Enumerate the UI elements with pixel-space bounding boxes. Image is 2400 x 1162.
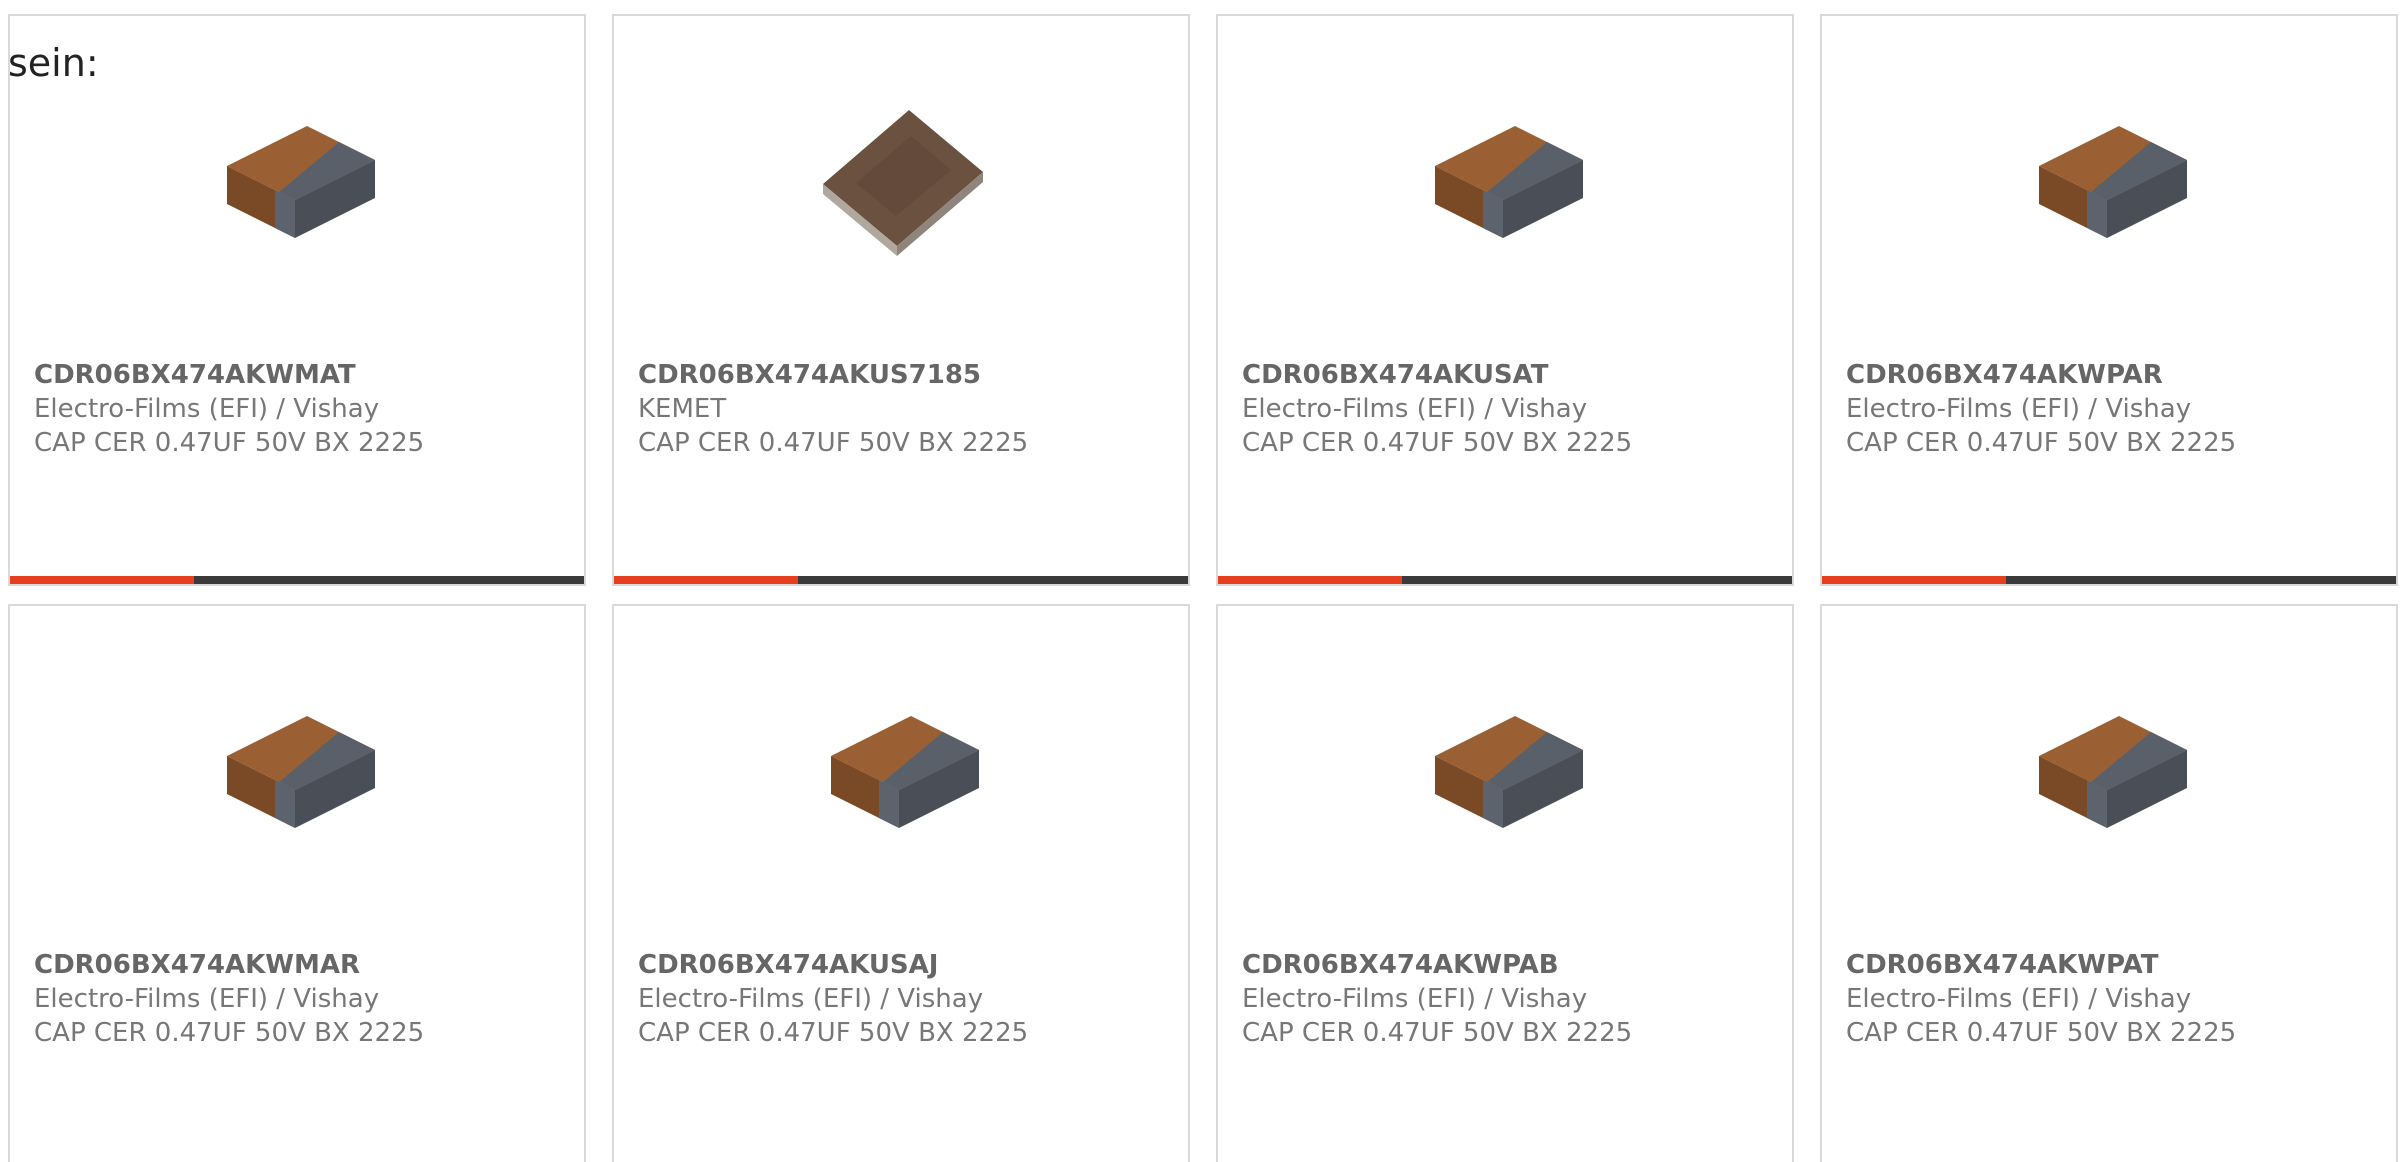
product-grid-page: sein: CDR06BX474AKWMAT Electro-Films (EF…: [0, 0, 2400, 1162]
progress-bar: [614, 576, 1188, 584]
part-number-link[interactable]: CDR06BX474AKUS7185: [638, 358, 1168, 392]
description: CAP CER 0.47UF 50V BX 2225: [638, 1018, 1029, 1048]
product-info: CDR06BX474AKWMAR Electro-Films (EFI) / V…: [34, 948, 564, 1050]
product-card[interactable]: CDR06BX474AKUSAT Electro-Films (EFI) / V…: [1216, 14, 1794, 586]
description: CAP CER 0.47UF 50V BX 2225: [34, 428, 425, 458]
product-info: CDR06BX474AKUSAT Electro-Films (EFI) / V…: [1242, 358, 1772, 460]
product-info: CDR06BX474AKWMAT Electro-Films (EFI) / V…: [34, 358, 564, 460]
progress-bar: [1822, 576, 2396, 584]
progress-bar-fill: [1218, 576, 1402, 584]
description: CAP CER 0.47UF 50V BX 2225: [1846, 1018, 2237, 1048]
manufacturer: Electro-Films (EFI) / Vishay: [1242, 984, 1588, 1014]
ceramic-capacitor-chip-icon[interactable]: [2009, 88, 2209, 288]
progress-bar-fill: [10, 576, 194, 584]
product-card[interactable]: CDR06BX474AKWPAB Electro-Films (EFI) / V…: [1216, 604, 1794, 1162]
product-card[interactable]: CDR06BX474AKWPAR Electro-Films (EFI) / V…: [1820, 14, 2398, 586]
product-card[interactable]: CDR06BX474AKWPAT Electro-Films (EFI) / V…: [1820, 604, 2398, 1162]
ceramic-capacitor-flat-chip-icon[interactable]: [801, 88, 1001, 288]
manufacturer: Electro-Films (EFI) / Vishay: [1242, 394, 1588, 424]
manufacturer: Electro-Films (EFI) / Vishay: [34, 984, 380, 1014]
manufacturer: Electro-Films (EFI) / Vishay: [638, 984, 984, 1014]
progress-bar-fill: [1822, 576, 2006, 584]
product-grid: CDR06BX474AKWMAT Electro-Films (EFI) / V…: [0, 0, 2400, 1162]
ceramic-capacitor-chip-icon[interactable]: [801, 678, 1001, 878]
part-number-link[interactable]: CDR06BX474AKWMAR: [34, 948, 564, 982]
part-number-link[interactable]: CDR06BX474AKWPAT: [1846, 948, 2376, 982]
manufacturer: KEMET: [638, 394, 727, 424]
progress-bar: [10, 576, 584, 584]
product-card[interactable]: CDR06BX474AKWMAR Electro-Films (EFI) / V…: [8, 604, 586, 1162]
intro-text: sein:: [8, 41, 99, 85]
product-info: CDR06BX474AKWPAT Electro-Films (EFI) / V…: [1846, 948, 2376, 1050]
part-number-link[interactable]: CDR06BX474AKUSAJ: [638, 948, 1168, 982]
description: CAP CER 0.47UF 50V BX 2225: [34, 1018, 425, 1048]
part-number-link[interactable]: CDR06BX474AKWMAT: [34, 358, 564, 392]
product-info: CDR06BX474AKWPAB Electro-Films (EFI) / V…: [1242, 948, 1772, 1050]
progress-bar-fill: [614, 576, 798, 584]
description: CAP CER 0.47UF 50V BX 2225: [1242, 1018, 1633, 1048]
description: CAP CER 0.47UF 50V BX 2225: [638, 428, 1029, 458]
manufacturer: Electro-Films (EFI) / Vishay: [34, 394, 380, 424]
ceramic-capacitor-chip-icon[interactable]: [197, 88, 397, 288]
product-card[interactable]: CDR06BX474AKWMAT Electro-Films (EFI) / V…: [8, 14, 586, 586]
product-card[interactable]: CDR06BX474AKUS7185 KEMET CAP CER 0.47UF …: [612, 14, 1190, 586]
ceramic-capacitor-chip-icon[interactable]: [1405, 678, 1605, 878]
part-number-link[interactable]: CDR06BX474AKUSAT: [1242, 358, 1772, 392]
description: CAP CER 0.47UF 50V BX 2225: [1846, 428, 2237, 458]
product-card[interactable]: CDR06BX474AKUSAJ Electro-Films (EFI) / V…: [612, 604, 1190, 1162]
part-number-link[interactable]: CDR06BX474AKWPAB: [1242, 948, 1772, 982]
ceramic-capacitor-chip-icon[interactable]: [1405, 88, 1605, 288]
description: CAP CER 0.47UF 50V BX 2225: [1242, 428, 1633, 458]
product-info: CDR06BX474AKUS7185 KEMET CAP CER 0.47UF …: [638, 358, 1168, 460]
manufacturer: Electro-Films (EFI) / Vishay: [1846, 394, 2192, 424]
ceramic-capacitor-chip-icon[interactable]: [2009, 678, 2209, 878]
product-info: CDR06BX474AKUSAJ Electro-Films (EFI) / V…: [638, 948, 1168, 1050]
manufacturer: Electro-Films (EFI) / Vishay: [1846, 984, 2192, 1014]
part-number-link[interactable]: CDR06BX474AKWPAR: [1846, 358, 2376, 392]
ceramic-capacitor-chip-icon[interactable]: [197, 678, 397, 878]
progress-bar: [1218, 576, 1792, 584]
product-info: CDR06BX474AKWPAR Electro-Films (EFI) / V…: [1846, 358, 2376, 460]
